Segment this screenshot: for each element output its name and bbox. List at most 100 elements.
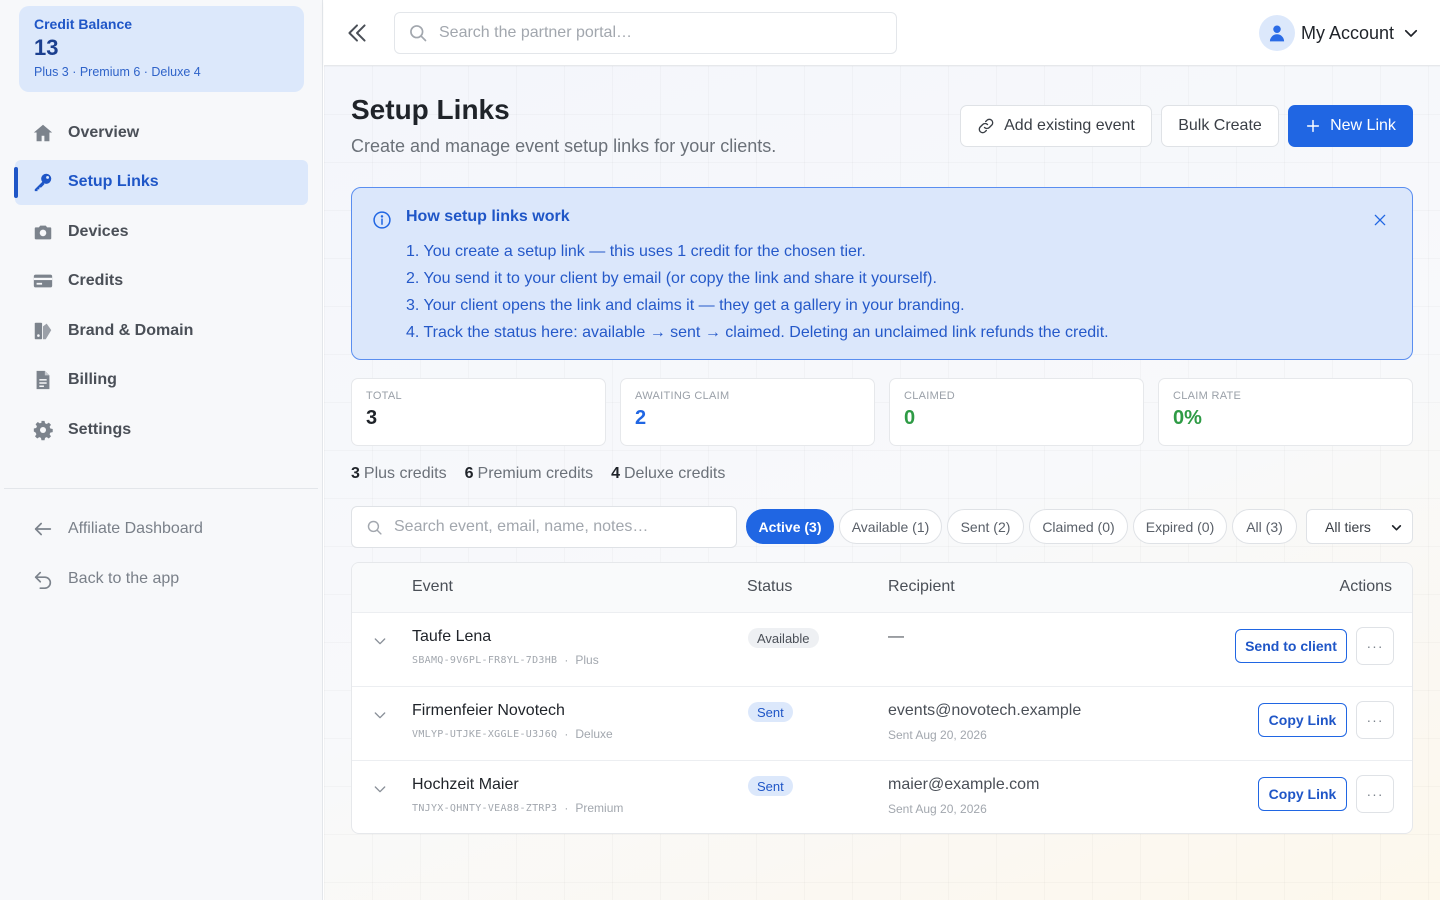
expand-chevron-icon[interactable] [372,707,388,723]
sidebar-item-affiliate-dashboard[interactable]: Affiliate Dashboard [15,506,308,551]
column-header-actions: Actions [1339,578,1392,595]
collapse-sidebar-icon[interactable] [344,20,370,46]
info-title: How setup links work [406,208,570,225]
copy-link-button[interactable]: Copy Link [1258,777,1347,811]
status-badge: Sent [748,702,793,722]
sidebar-item-label: Back to the app [68,569,180,587]
filter-chip-claimed[interactable]: Claimed (0) [1029,509,1128,544]
sidebar-item-brand-domain[interactable]: Brand & Domain [15,308,308,353]
sidebar-item-label: Billing [68,371,117,388]
tier-select-value: All tiers [1325,518,1371,535]
event-name: Hochzeit Maier [412,776,519,793]
links-search-input[interactable] [394,518,714,536]
stat-card-claim-rate: CLAIM RATE 0% [1158,378,1413,446]
portal-search-input[interactable] [439,24,859,42]
info-icon [372,210,392,230]
credit-balance-card[interactable]: Credit Balance 13 Plus 3 · Premium 6 · D… [19,6,304,92]
sidebar-item-setup-links[interactable]: Setup Links [14,159,308,205]
account-menu[interactable]: My Account [1258,14,1420,52]
stat-label: TOTAL [366,390,402,402]
column-header-recipient: Recipient [888,578,955,595]
sidebar-item-billing[interactable]: Billing [15,358,308,403]
table-header: Event Status Recipient Actions [352,563,1412,613]
sidebar-item-label: Overview [68,123,140,141]
account-label: My Account [1300,22,1394,43]
link-icon [977,117,995,135]
stat-card-total: TOTAL 3 [351,378,606,446]
sidebar-item-overview[interactable]: Overview [15,110,308,155]
tier-select[interactable]: All tiers [1306,509,1413,544]
sidebar-item-back-to-app[interactable]: Back to the app [15,556,308,601]
stat-card-awaiting-claim: AWAITING CLAIM 2 [620,378,875,446]
more-actions-button[interactable]: ··· [1356,627,1394,665]
meta-separator: · [564,727,569,741]
expand-chevron-icon[interactable] [372,781,388,797]
chevron-down-icon [1402,24,1420,42]
column-header-event: Event [412,578,453,595]
credit-balance-label: Credit Balance [34,16,133,32]
camera-icon [32,221,54,243]
more-actions-button[interactable]: ··· [1356,775,1394,813]
sent-date: Sent Aug 20, 2026 [888,802,987,816]
sidebar-secondary-nav: Affiliate Dashboard Back to the app [15,506,308,606]
filter-chip-all[interactable]: All (3) [1232,509,1297,544]
event-name: Taufe Lena [412,628,492,645]
sidebar-item-devices[interactable]: Devices [15,209,308,254]
bulk-create-button[interactable]: Bulk Create [1161,105,1279,147]
credit-card-icon [32,270,54,292]
credit-tier-label: Plus credits [363,465,447,482]
close-icon[interactable] [1372,212,1388,228]
credit-count: 6 [464,465,474,482]
main-content: Setup Links Create and manage event setu… [324,66,1440,900]
event-meta: TNJYX-QHNTY-VEA88-ZTRP3 · Premium [412,801,623,815]
stat-value: 0% [1173,407,1202,429]
portal-search-field[interactable] [394,12,897,54]
sent-date: Sent Aug 20, 2026 [888,728,987,742]
copy-link-button[interactable]: Copy Link [1258,703,1347,737]
more-actions-button[interactable]: ··· [1356,701,1394,739]
home-icon [32,122,54,144]
credits-summary-item: 3 Plus credits [351,465,447,483]
credit-balance-breakdown: Plus 3 · Premium 6 · Deluxe 4 [34,65,201,79]
credit-tier-label: Deluxe credits [624,465,726,482]
stat-value: 2 [635,407,647,429]
info-step: 3. Your client opens the link and claims… [406,297,965,314]
sidebar-item-label: Credits [68,272,124,289]
status-badge: Available [748,628,819,648]
sidebar-item-label: Setup Links [68,173,159,190]
sidebar-nav: Overview Setup Links Devices Credits Bra… [14,110,308,457]
how-it-works-panel: How setup links work 1. You create a set… [351,187,1413,360]
sidebar: Credit Balance 13 Plus 3 · Premium 6 · D… [0,0,323,900]
info-step: 2. You send it to your client by email (… [406,270,937,287]
event-code: SBAMQ-9V6PL-FR8YL-7D3HB [412,654,558,666]
event-name: Firmenfeier Novotech [412,702,565,719]
gear-icon [32,419,54,441]
status-badge: Sent [748,776,793,796]
filter-chip-expired[interactable]: Expired (0) [1133,509,1227,544]
credits-summary: 3 Plus credits 6 Premium credits 4 Deluxe c… [351,465,743,483]
file-invoice-icon [32,369,54,391]
table-row: Hochzeit Maier TNJYX-QHNTY-VEA88-ZTRP3 ·… [352,761,1412,833]
send-to-client-button[interactable]: Send to client [1235,629,1347,663]
event-meta: SBAMQ-9V6PL-FR8YL-7D3HB · Plus [412,653,599,667]
credit-count: 4 [611,465,620,482]
links-search-field[interactable] [351,506,737,548]
add-existing-event-button[interactable]: Add existing event [960,105,1152,147]
expand-chevron-icon[interactable] [372,633,388,649]
sidebar-divider [4,488,318,489]
new-link-button[interactable]: New Link [1288,105,1413,147]
stat-label: CLAIM RATE [1173,390,1242,402]
user-avatar-icon [1258,15,1295,51]
filter-chip-available[interactable]: Available (1) [839,509,942,544]
stat-value: 3 [366,407,378,429]
meta-separator: · [564,653,569,667]
key-icon [32,171,54,193]
stat-card-claimed: CLAIMED 0 [889,378,1144,446]
filter-chip-sent[interactable]: Sent (2) [947,509,1024,544]
sidebar-item-label: Affiliate Dashboard [68,519,203,537]
sidebar-item-settings[interactable]: Settings [15,407,308,452]
filter-chip-active[interactable]: Active (3) [746,509,834,544]
stat-value: 0 [904,407,916,429]
stat-label: AWAITING CLAIM [635,390,730,402]
sidebar-item-credits[interactable]: Credits [15,259,308,304]
